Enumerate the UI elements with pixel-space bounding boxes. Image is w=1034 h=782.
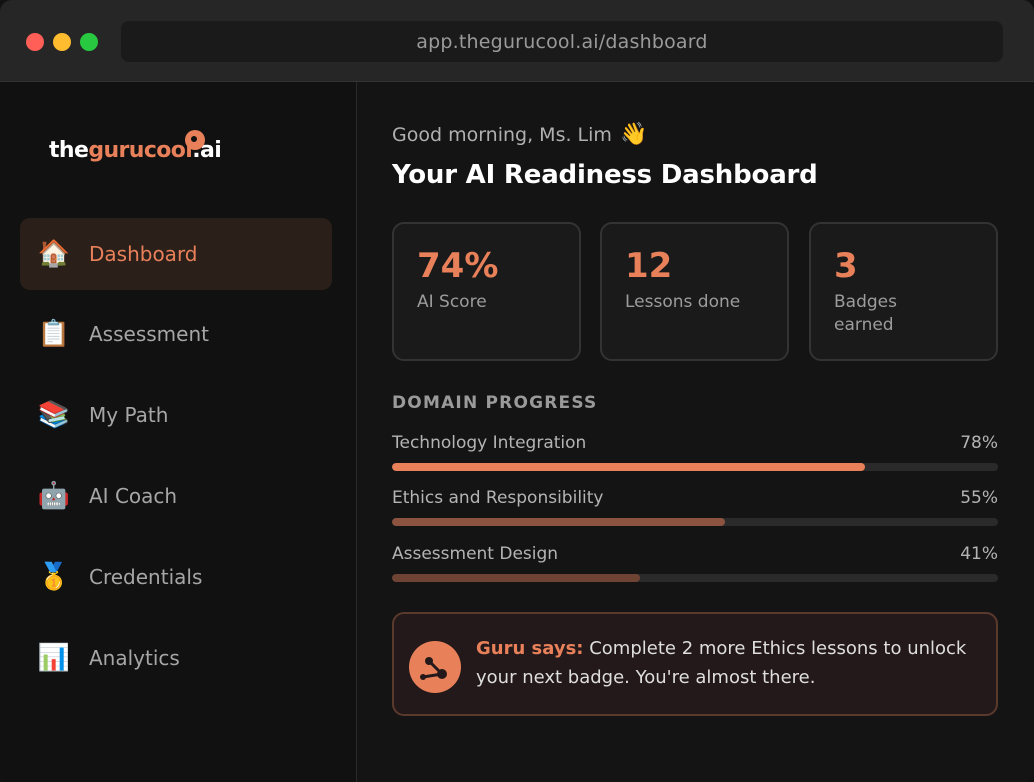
domain-progress-heading: DOMAIN PROGRESS <box>392 393 598 413</box>
sidebar-item-label: Credentials <box>89 565 203 589</box>
guru-tip-text: Guru says: Complete 2 more Ethics lesson… <box>476 634 976 692</box>
sidebar-item-my-path[interactable]: 📚 My Path <box>20 379 332 451</box>
address-bar[interactable]: app.thegurucool.ai/dashboard <box>121 21 1003 62</box>
greeting: Good morning, Ms. Lim 👋 <box>392 122 647 147</box>
clipboard-icon: 📋 <box>37 319 71 349</box>
domain-percent: 78% <box>960 433 998 453</box>
stat-value: 3 <box>834 246 858 286</box>
stat-label: AI Score <box>417 292 487 312</box>
domain-percent: 41% <box>960 544 998 564</box>
guru-tip-prefix: Guru says: <box>476 638 584 659</box>
domain-percent: 55% <box>960 488 998 508</box>
bar-chart-icon: 📊 <box>37 643 71 673</box>
sidebar-item-label: AI Coach <box>89 484 178 508</box>
sidebar-item-label: Analytics <box>89 646 180 670</box>
sidebar-item-label: Assessment <box>89 322 209 346</box>
browser-titlebar: app.thegurucool.ai/dashboard <box>0 0 1034 82</box>
stat-card-badges-earned[interactable]: 3 Badges earned <box>809 222 998 361</box>
logo-part-gurucool: gurucool <box>88 138 193 163</box>
guru-tip-card[interactable]: Guru says: Complete 2 more Ethics lesson… <box>392 612 998 716</box>
greeting-text: Good morning, Ms. Lim <box>392 123 612 146</box>
stat-value: 12 <box>625 246 673 286</box>
stat-label: Badges earned <box>834 292 897 335</box>
progress-track <box>392 574 998 582</box>
books-icon: 📚 <box>37 400 71 430</box>
progress-fill <box>392 518 726 526</box>
robot-icon: 🤖 <box>37 481 71 511</box>
medal-icon: 🥇 <box>37 562 71 592</box>
browser-window: app.thegurucool.ai/dashboard the gurucool… <box>0 0 1034 782</box>
sidebar-item-label: Dashboard <box>89 242 198 266</box>
logo-part-the: the <box>49 138 89 163</box>
sidebar-item-dashboard[interactable]: 🏠 Dashboard <box>20 218 332 290</box>
progress-fill <box>392 463 865 471</box>
stat-card-lessons-done[interactable]: 12 Lessons done <box>600 222 789 361</box>
domain-name: Assessment Design <box>392 544 559 564</box>
sidebar-item-ai-coach[interactable]: 🤖 AI Coach <box>20 460 332 532</box>
logo-mark-icon <box>185 130 205 150</box>
guru-avatar-icon <box>409 641 461 693</box>
main-content: Good morning, Ms. Lim 👋 Your AI Readines… <box>358 82 1034 782</box>
house-icon: 🏠 <box>37 239 71 269</box>
page-title: Your AI Readiness Dashboard <box>392 160 818 190</box>
sidebar-item-credentials[interactable]: 🥇 Credentials <box>20 541 332 613</box>
domain-name: Ethics and Responsibility <box>392 488 604 508</box>
stat-label: Lessons done <box>625 292 741 312</box>
waving-hand-icon: 👋 <box>619 122 648 147</box>
stat-card-ai-score[interactable]: 74% AI Score <box>392 222 581 361</box>
stat-value: 74% <box>417 246 499 286</box>
progress-fill <box>392 574 641 582</box>
domain-name: Technology Integration <box>392 433 587 453</box>
url-text: app.thegurucool.ai/dashboard <box>416 30 708 53</box>
sidebar-item-analytics[interactable]: 📊 Analytics <box>20 622 332 694</box>
close-window-button[interactable] <box>26 33 44 51</box>
sidebar-item-label: My Path <box>89 403 169 427</box>
minimize-window-button[interactable] <box>53 33 71 51</box>
progress-track <box>392 518 998 526</box>
maximize-window-button[interactable] <box>80 33 98 51</box>
sidebar-item-assessment[interactable]: 📋 Assessment <box>20 298 332 370</box>
sidebar: the gurucool .ai 🏠 Dashboard 📋 Assessment … <box>0 82 357 782</box>
progress-track <box>392 463 998 471</box>
